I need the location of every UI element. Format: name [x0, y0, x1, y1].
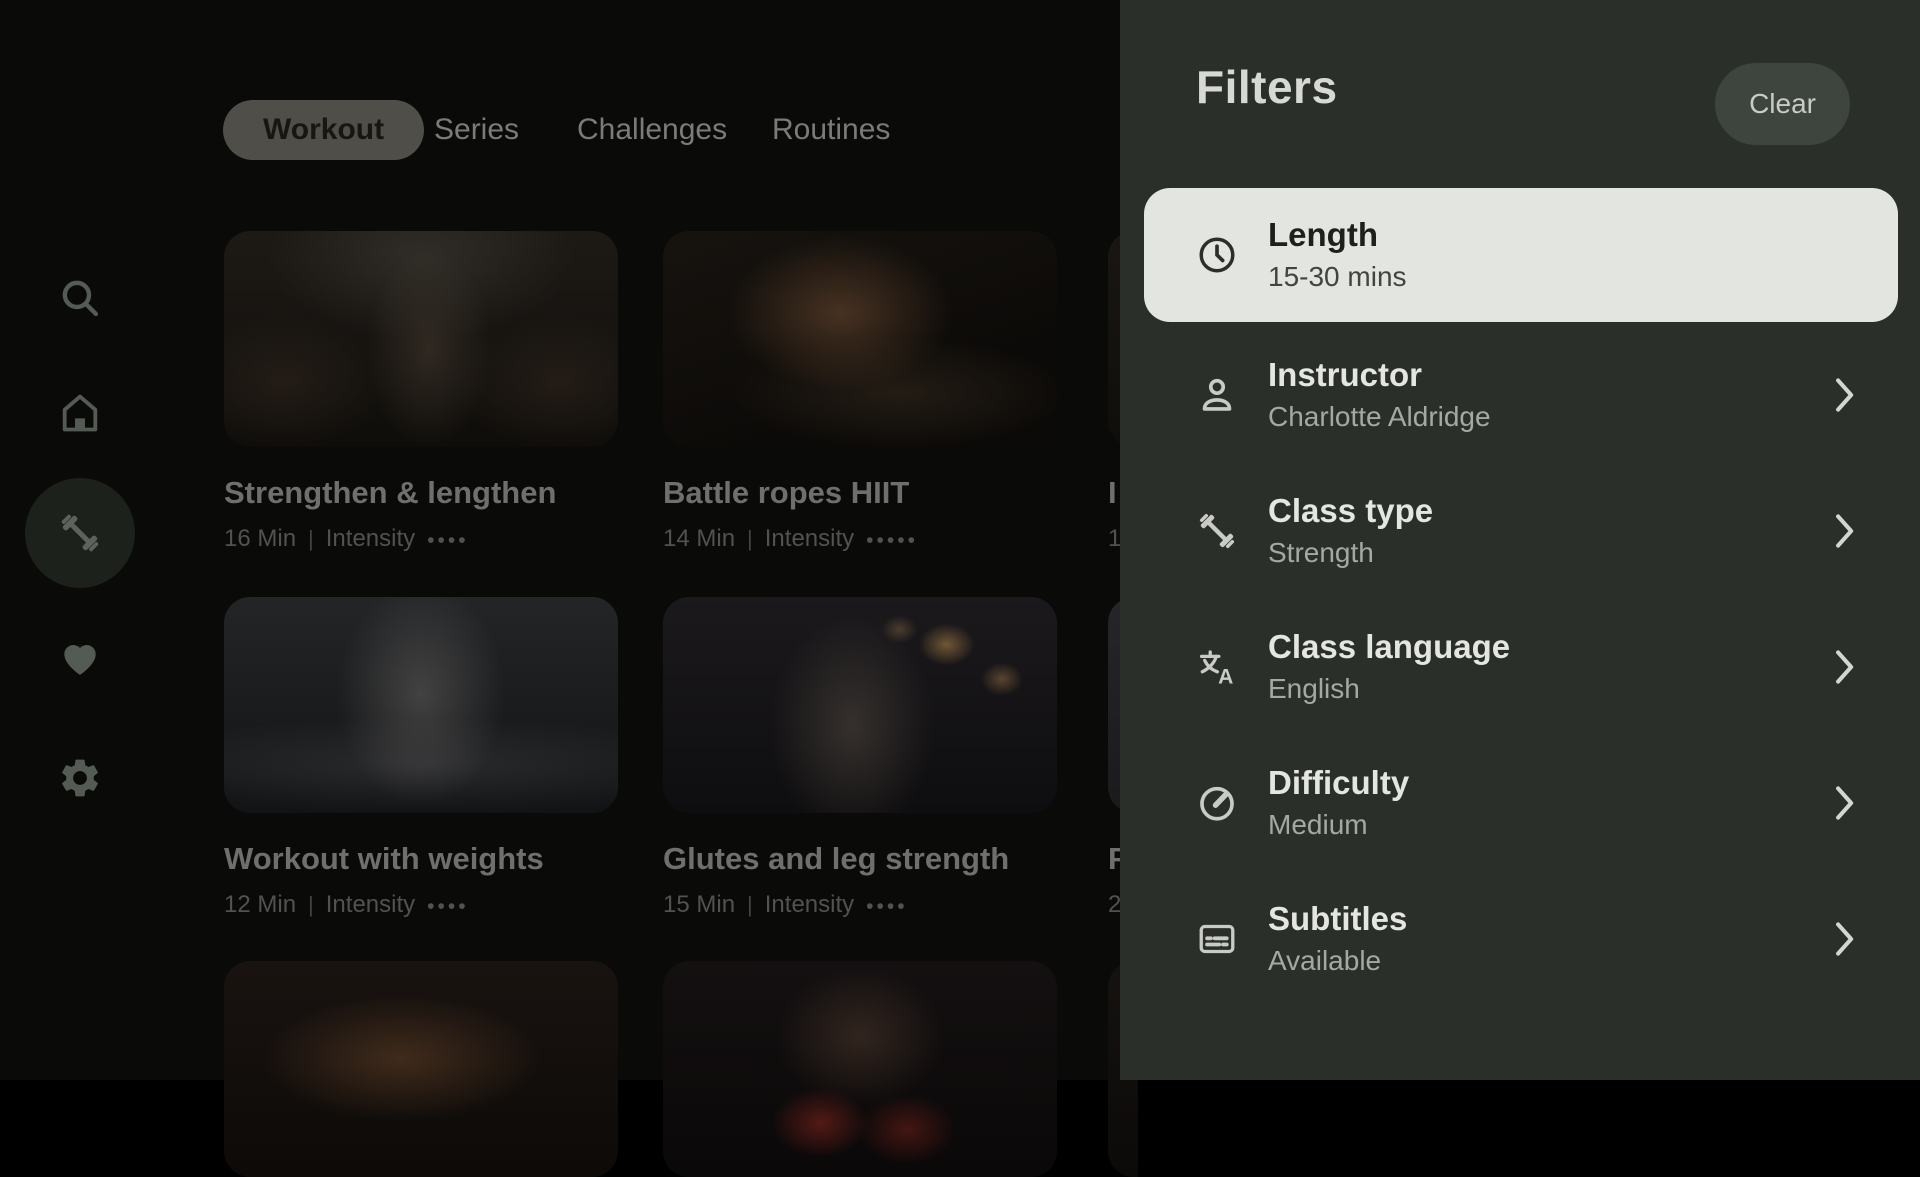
chevron-right-icon — [1832, 511, 1858, 551]
workout-card-image — [663, 597, 1057, 813]
sidebar-item-search[interactable] — [25, 243, 135, 353]
sidebar-item-favorites[interactable] — [25, 603, 135, 713]
workout-card[interactable] — [663, 961, 1057, 1177]
filter-value: Strength — [1268, 537, 1374, 569]
tab-challenges[interactable]: Challenges — [577, 100, 727, 160]
workout-card-image — [663, 961, 1057, 1177]
sidebar-item-home[interactable] — [25, 358, 135, 468]
chevron-right-icon — [1832, 647, 1858, 687]
sidebar-item-settings[interactable] — [25, 723, 135, 833]
filter-value: Available — [1268, 945, 1382, 977]
filter-label: Length — [1268, 216, 1378, 254]
filter-value: Charlotte Aldridge — [1268, 401, 1491, 433]
filter-label: Class type — [1268, 492, 1434, 530]
workout-card-title: Glutes and leg strength — [663, 841, 1010, 876]
filter-value: English — [1268, 673, 1360, 705]
filters-title: Filters — [1196, 61, 1338, 113]
workout-card-image — [663, 231, 1057, 447]
dumbbell-icon — [57, 510, 103, 556]
tab-series-label: Series — [434, 113, 520, 146]
filter-row-difficulty[interactable]: Difficulty Medium — [1144, 736, 1898, 870]
intensity-dots: ••••• — [866, 528, 918, 552]
clock-icon — [1194, 232, 1240, 278]
svg-text:A: A — [1218, 666, 1233, 689]
chevron-right-icon — [1832, 783, 1858, 823]
filter-row-instructor[interactable]: Instructor Charlotte Aldridge — [1144, 328, 1898, 462]
translate-icon: A — [1194, 644, 1240, 690]
filter-row-subtitles[interactable]: Subtitles Available — [1144, 872, 1898, 1006]
dumbbell-icon — [1194, 508, 1240, 554]
clear-filters-button[interactable]: Clear — [1715, 63, 1850, 145]
filter-value: 15-30 mins — [1268, 261, 1407, 293]
filter-label: Class language — [1268, 628, 1511, 666]
sidebar-item-workouts[interactable] — [25, 478, 135, 588]
gauge-icon — [1194, 780, 1240, 826]
chevron-right-icon — [1832, 919, 1858, 959]
workout-card[interactable]: Battle ropes HIIT 14 Min | Intensity ••••… — [663, 231, 1057, 553]
workout-card[interactable]: Strengthen & lengthen 16 Min | Intensity … — [224, 231, 618, 553]
workout-card-meta: 15 Min | Intensity •••• — [663, 890, 908, 918]
tab-challenges-label: Challenges — [577, 113, 728, 146]
heart-icon — [57, 635, 103, 681]
workout-card[interactable]: Workout with weights 12 Min | Intensity •… — [224, 597, 618, 919]
workout-card-meta: 16 Min | Intensity •••• — [224, 524, 469, 552]
filter-row-length[interactable]: Length 15-30 mins — [1144, 188, 1898, 322]
sidebar-nav — [0, 0, 160, 1080]
intensity-dots: •••• — [427, 528, 469, 552]
workout-card-meta: 14 Min | Intensity ••••• — [663, 524, 918, 552]
chevron-right-icon — [1832, 375, 1858, 415]
tab-workout[interactable]: Workout — [223, 100, 425, 160]
filter-label: Difficulty — [1268, 764, 1410, 802]
workout-card[interactable] — [224, 961, 618, 1177]
tab-workout-label: Workout — [263, 113, 385, 146]
search-icon — [57, 275, 103, 321]
workout-card-image — [224, 597, 618, 813]
workout-card-title: Workout with weights — [224, 841, 544, 876]
workout-card-meta: 12 Min | Intensity •••• — [224, 890, 469, 918]
filters-panel: Filters Clear Length 15-30 mins Instruct… — [1120, 0, 1920, 1080]
subtitles-icon — [1194, 916, 1240, 962]
filter-row-class-type[interactable]: Class type Strength — [1144, 464, 1898, 598]
workout-card[interactable]: Glutes and leg strength 15 Min | Intensit… — [663, 597, 1057, 919]
tab-routines[interactable]: Routines — [772, 100, 890, 160]
intensity-dots: •••• — [866, 894, 908, 918]
person-icon — [1194, 372, 1240, 418]
workout-card-image — [224, 961, 618, 1177]
fitness-app: Workout Series Challenges Routines Stren… — [0, 0, 1920, 1177]
tab-routines-label: Routines — [772, 113, 891, 146]
filter-value: Medium — [1268, 809, 1368, 841]
home-icon — [57, 390, 103, 436]
tab-series[interactable]: Series — [434, 100, 519, 160]
workout-card-image — [224, 231, 618, 447]
filter-label: Instructor — [1268, 356, 1423, 394]
filter-row-class-language[interactable]: A Class language English — [1144, 600, 1898, 734]
gear-icon — [57, 755, 103, 801]
filter-label: Subtitles — [1268, 900, 1408, 938]
workout-card-title: Strengthen & lengthen — [224, 475, 557, 510]
intensity-dots: •••• — [427, 894, 469, 918]
workout-card-title: Battle ropes HIIT — [663, 475, 910, 510]
